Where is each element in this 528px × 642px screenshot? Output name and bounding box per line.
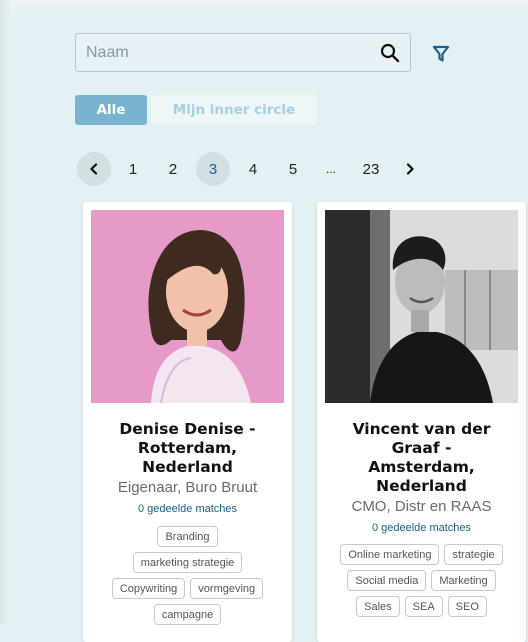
profile-role: CMO, Distr en RAAS (351, 498, 492, 515)
profile-card[interactable]: Vincent van der Graaf - Amsterdam, Neder… (317, 202, 526, 642)
tab-all[interactable]: Alle (75, 95, 147, 125)
skill-tag: Copywriting (111, 578, 186, 599)
search-input[interactable] (86, 34, 366, 71)
profile-name-line: Rotterdam, (137, 439, 238, 457)
profile-photo (325, 210, 518, 403)
skill-tag: Marketing (431, 570, 496, 591)
top-strip (0, 0, 528, 12)
skill-tag: SEO (447, 596, 487, 617)
chevron-right-icon (406, 163, 414, 175)
left-shade (0, 0, 10, 624)
skill-tag: Branding (157, 526, 218, 547)
skill-tag: SEA (404, 596, 443, 617)
profile-photo (91, 210, 284, 403)
profile-role: Eigenaar, Buro Bruut (117, 479, 258, 496)
skill-tag: Social media (347, 570, 427, 591)
page-1-button[interactable]: 1 (116, 152, 150, 186)
profile-card[interactable]: Denise Denise - Rotterdam, Nederland Eig… (83, 202, 292, 642)
chevron-left-icon (90, 163, 98, 175)
page-23-button[interactable]: 23 (354, 152, 388, 186)
page-5-button[interactable]: 5 (276, 152, 310, 186)
profile-name-line: Nederland (142, 458, 233, 476)
profile-name-line: Graaf - (391, 439, 452, 457)
page-4-button[interactable]: 4 (236, 152, 270, 186)
page-ellipsis: ... (325, 162, 336, 176)
tab-inner-circle[interactable]: Mijn inner circle (151, 95, 317, 125)
skill-tag: Online marketing (340, 544, 440, 565)
profile-name-line: Denise Denise - (119, 420, 256, 438)
filter-icon[interactable] (432, 45, 450, 63)
skill-tag: campagne (153, 604, 222, 625)
next-page-button[interactable] (393, 152, 427, 186)
profile-name-line: Amsterdam, (368, 458, 475, 476)
skill-tag: marketing strategie (132, 552, 243, 573)
search-box[interactable] (75, 33, 411, 72)
prev-page-button[interactable] (77, 152, 111, 186)
skill-tag: Sales (356, 596, 400, 617)
tag-list: Online marketing strategie Social media … (317, 544, 526, 622)
skill-tag: vormgeving (190, 578, 264, 599)
page-2-button[interactable]: 2 (156, 152, 190, 186)
shared-matches[interactable]: 0 gedeelde matches (83, 503, 292, 515)
profile-name-line: Nederland (376, 477, 467, 495)
tag-list: Branding marketing strategie Copywriting… (83, 526, 292, 630)
page-3-button[interactable]: 3 (196, 152, 230, 186)
skill-tag: strategie (444, 544, 503, 565)
profile-name-line: Vincent van der (352, 420, 491, 438)
shared-matches[interactable]: 0 gedeelde matches (317, 522, 526, 534)
search-icon[interactable] (380, 43, 400, 63)
